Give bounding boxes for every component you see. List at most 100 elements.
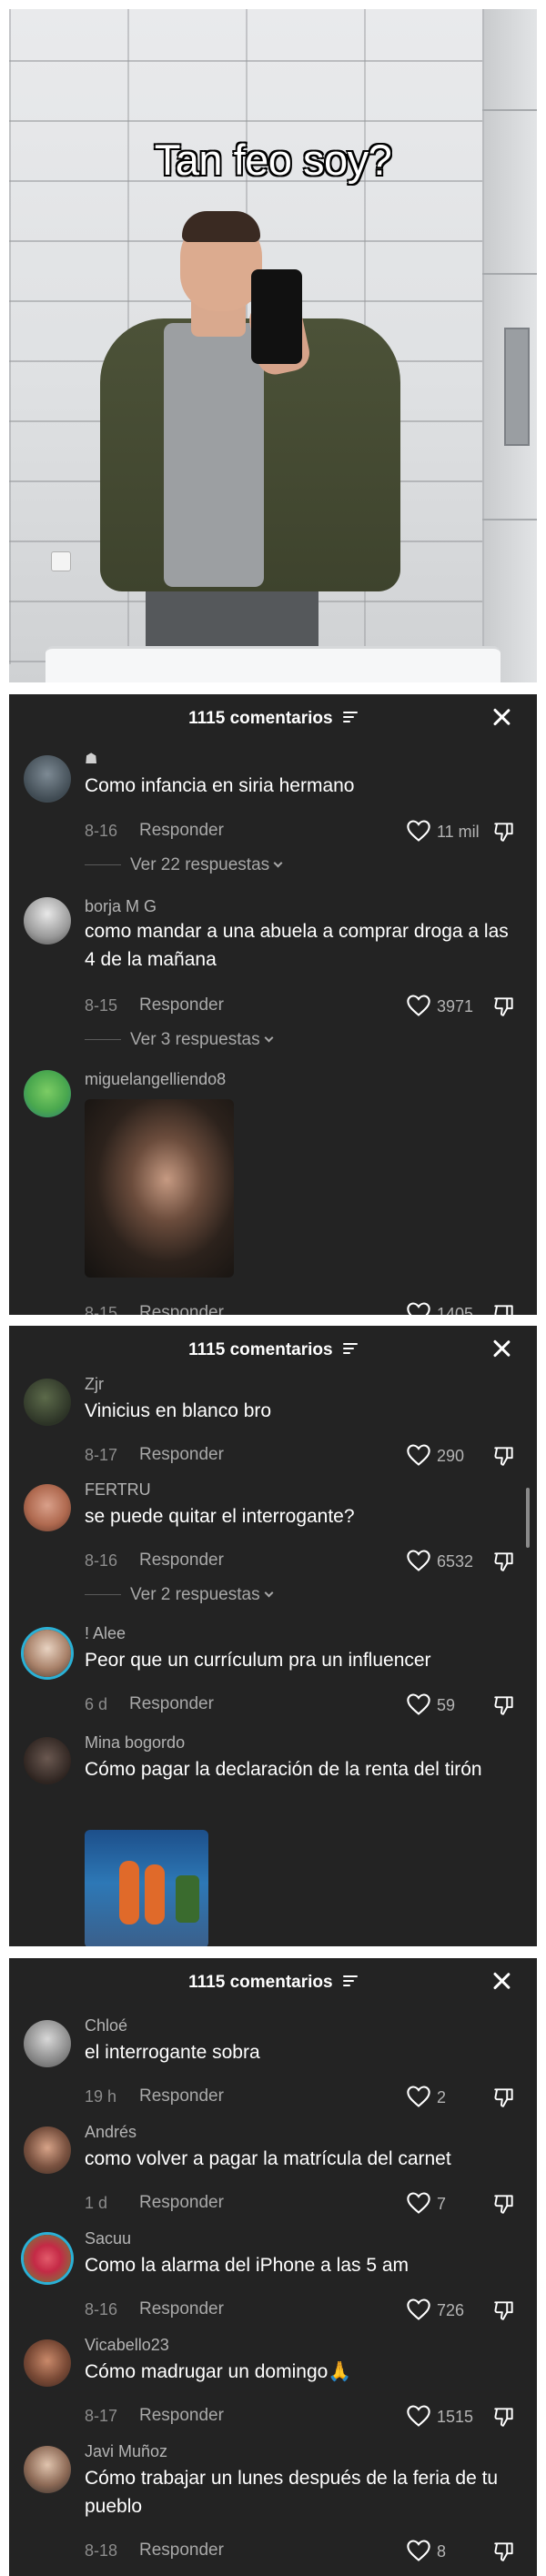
scrollbar[interactable] (526, 1488, 530, 1548)
comment-image[interactable] (85, 1830, 208, 1946)
comment-text: Como infancia en siria hermano (85, 775, 355, 796)
reply-button[interactable]: Responder (139, 1551, 224, 1571)
heart-icon[interactable] (406, 2298, 431, 2321)
comment-username[interactable]: ! Alee (85, 1624, 126, 1643)
comment-date: 8-17 (85, 1446, 118, 1464)
dislike-icon[interactable] (492, 2405, 516, 2429)
avatar[interactable] (24, 755, 71, 803)
filter-icon[interactable] (342, 711, 358, 722)
avatar[interactable] (24, 1070, 71, 1117)
avatar[interactable] (24, 1737, 71, 1784)
comments-title: 1115 comentarios (9, 709, 537, 729)
heart-icon[interactable] (406, 2085, 431, 2108)
wall-outlet (51, 551, 71, 571)
view-replies-button[interactable]: Ver 22 respuestas (85, 855, 283, 875)
like-count: 8 (437, 2542, 447, 2561)
heart-icon[interactable] (406, 1549, 431, 1572)
like-count: 11 mil (437, 823, 480, 841)
comments-title: 1115 comentarios (9, 1973, 537, 1993)
dislike-icon[interactable] (492, 1693, 516, 1717)
avatar[interactable] (24, 2235, 71, 2282)
like-count: 3971 (437, 997, 474, 1015)
comment-username[interactable]: Mina bogordo (85, 1733, 185, 1753)
comment-username[interactable]: FERTRU (85, 1480, 151, 1500)
reply-button[interactable]: Responder (139, 1303, 224, 1315)
avatar[interactable] (24, 2339, 71, 2387)
avatar[interactable] (24, 1379, 71, 1426)
comment-date: 1 d (85, 2194, 108, 2212)
comment-username[interactable]: borja M G (85, 897, 157, 916)
avatar[interactable] (24, 1484, 71, 1531)
dislike-icon[interactable] (492, 2540, 516, 2563)
avatar[interactable] (24, 897, 71, 945)
comment-username[interactable]: Javi Muñoz (85, 2442, 167, 2461)
like-count: 1515 (437, 2408, 474, 2426)
phone (251, 269, 302, 364)
reply-button[interactable]: Responder (129, 1694, 214, 1714)
user-badge-icon: ☗ (85, 752, 98, 767)
avatar[interactable] (24, 2020, 71, 2067)
comment-text: se puede quitar el interrogante? (85, 1506, 355, 1527)
avatar[interactable] (24, 2446, 71, 2493)
comment-username[interactable]: Vicabello23 (85, 2336, 169, 2355)
dislike-icon[interactable] (492, 820, 516, 844)
reply-button[interactable]: Responder (139, 995, 224, 1015)
comment-image[interactable] (85, 1099, 234, 1278)
like-count: 59 (437, 1696, 456, 1714)
heart-icon[interactable] (406, 994, 431, 1017)
filter-icon[interactable] (342, 1342, 358, 1354)
avatar[interactable] (24, 2126, 71, 2174)
comment-username[interactable]: Andrés (85, 2123, 136, 2142)
like-count: 290 (437, 1447, 465, 1465)
dislike-icon[interactable] (492, 995, 516, 1018)
view-replies-button[interactable]: Ver 2 respuestas (85, 1585, 274, 1605)
close-icon[interactable] (491, 707, 511, 727)
comment-text: como volver a pagar la matrícula del car… (85, 2148, 451, 2169)
dislike-icon[interactable] (492, 2192, 516, 2216)
reply-button[interactable]: Responder (139, 1445, 224, 1465)
like-count: 726 (437, 2301, 465, 2319)
reply-button[interactable]: Responder (139, 2406, 224, 2426)
post-photo (9, 9, 537, 682)
comment-date: 8-16 (85, 1551, 118, 1570)
person-shirt (164, 323, 264, 587)
close-icon[interactable] (491, 1339, 511, 1359)
dislike-icon[interactable] (492, 1302, 516, 1315)
reply-button[interactable]: Responder (139, 821, 224, 841)
heart-icon[interactable] (406, 1301, 431, 1315)
reply-button[interactable]: Responder (139, 2193, 224, 2213)
dislike-icon[interactable] (492, 2086, 516, 2109)
comments-panel-2: 1115 comentarios Zjr Vinicius en blanco … (9, 1326, 537, 1946)
hand-dryer (504, 328, 530, 446)
heart-icon[interactable] (406, 2191, 431, 2215)
comment-text: como mandar a una abuela a comprar droga… (85, 921, 509, 970)
heart-icon[interactable] (406, 1692, 431, 1716)
avatar[interactable] (24, 1630, 71, 1677)
comment-text: Peor que un currículum pra un influencer (85, 1650, 431, 1671)
comment-username[interactable]: Chloé (85, 2016, 127, 2036)
comment-username[interactable]: Sacuu (85, 2229, 131, 2248)
dislike-icon[interactable] (492, 1444, 516, 1468)
reply-button[interactable]: Responder (139, 2541, 224, 2561)
dislike-icon[interactable] (492, 1550, 516, 1573)
like-count: 2 (437, 2088, 447, 2106)
comment-date: 8-16 (85, 2300, 118, 2318)
reply-button[interactable]: Responder (139, 2299, 224, 2319)
reply-button[interactable]: Responder (139, 2086, 224, 2106)
heart-icon[interactable] (406, 1443, 431, 1467)
heart-icon[interactable] (406, 2539, 431, 2562)
comment-text: el interrogante sobra (85, 2042, 260, 2063)
comment-username[interactable]: Zjr (85, 1375, 104, 1394)
like-count: 6532 (437, 1552, 474, 1571)
comment-text: Cómo pagar la declaración de la renta de… (85, 1759, 482, 1780)
view-replies-button[interactable]: Ver 3 respuestas (85, 1030, 274, 1050)
filter-icon[interactable] (342, 1975, 358, 1986)
comment-username[interactable]: miguelangelliendo8 (85, 1070, 226, 1089)
dislike-icon[interactable] (492, 2298, 516, 2322)
comment-text: Vinicius en blanco bro (85, 1400, 272, 1421)
close-icon[interactable] (491, 1971, 511, 1991)
post-caption: Tan feo soy? (154, 135, 393, 185)
heart-icon[interactable] (406, 819, 431, 843)
comment-date: 19 h (85, 2087, 117, 2106)
heart-icon[interactable] (406, 2404, 431, 2428)
